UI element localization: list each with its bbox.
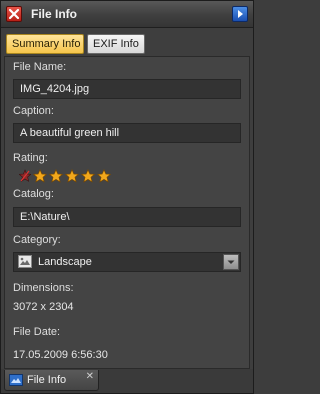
caption-field[interactable]: A beautiful green hill <box>13 123 241 143</box>
dimensions-label: Dimensions: <box>13 282 74 294</box>
caption-label: Caption: <box>13 105 54 117</box>
summary-info-content: File Name: IMG_4204.jpg Caption: A beaut… <box>4 56 250 369</box>
dock-bar: File Info ✕ <box>1 369 253 393</box>
file-info-panel: File Info Summary Info EXIF Info File Na… <box>0 0 254 394</box>
tab-exif-info[interactable]: EXIF Info <box>87 34 145 54</box>
close-button[interactable] <box>6 6 22 22</box>
catalog-field[interactable]: E:\Nature\ <box>13 207 241 227</box>
rating-star-icon[interactable] <box>97 169 111 183</box>
rating-star-icon[interactable] <box>33 169 47 183</box>
tab-summary-info[interactable]: Summary Info <box>6 34 84 54</box>
category-select[interactable]: Landscape <box>13 252 241 272</box>
dimensions-value: 3072 x 2304 <box>13 301 74 313</box>
rating-label: Rating: <box>13 152 48 164</box>
dock-tab-file-info[interactable]: File Info ✕ <box>4 370 99 391</box>
file-date-value: 17.05.2009 6:56:30 <box>13 349 108 361</box>
arrow-right-icon <box>238 10 243 18</box>
file-date-label: File Date: <box>13 326 61 338</box>
landscape-icon <box>18 255 32 268</box>
category-value: Landscape <box>38 256 92 268</box>
file-name-field[interactable]: IMG_4204.jpg <box>13 79 241 99</box>
close-x-icon <box>8 8 20 20</box>
dock-tab-label: File Info <box>27 374 67 386</box>
dropdown-button[interactable] <box>223 254 239 270</box>
rating-star-icon[interactable] <box>49 169 63 183</box>
rating-star-icon[interactable] <box>81 169 95 183</box>
file-name-label: File Name: <box>13 61 67 73</box>
catalog-label: Catalog: <box>13 188 54 200</box>
panel-titlebar: File Info <box>1 1 253 28</box>
file-info-icon <box>9 374 23 386</box>
chevron-down-icon <box>227 260 235 264</box>
category-label: Category: <box>13 234 61 246</box>
panel-title: File Info <box>31 7 77 21</box>
rating-star-icon[interactable] <box>65 169 79 183</box>
next-panel-button[interactable] <box>232 6 248 22</box>
clear-rating-icon[interactable] <box>19 169 31 183</box>
dock-close-icon[interactable]: ✕ <box>86 371 94 382</box>
